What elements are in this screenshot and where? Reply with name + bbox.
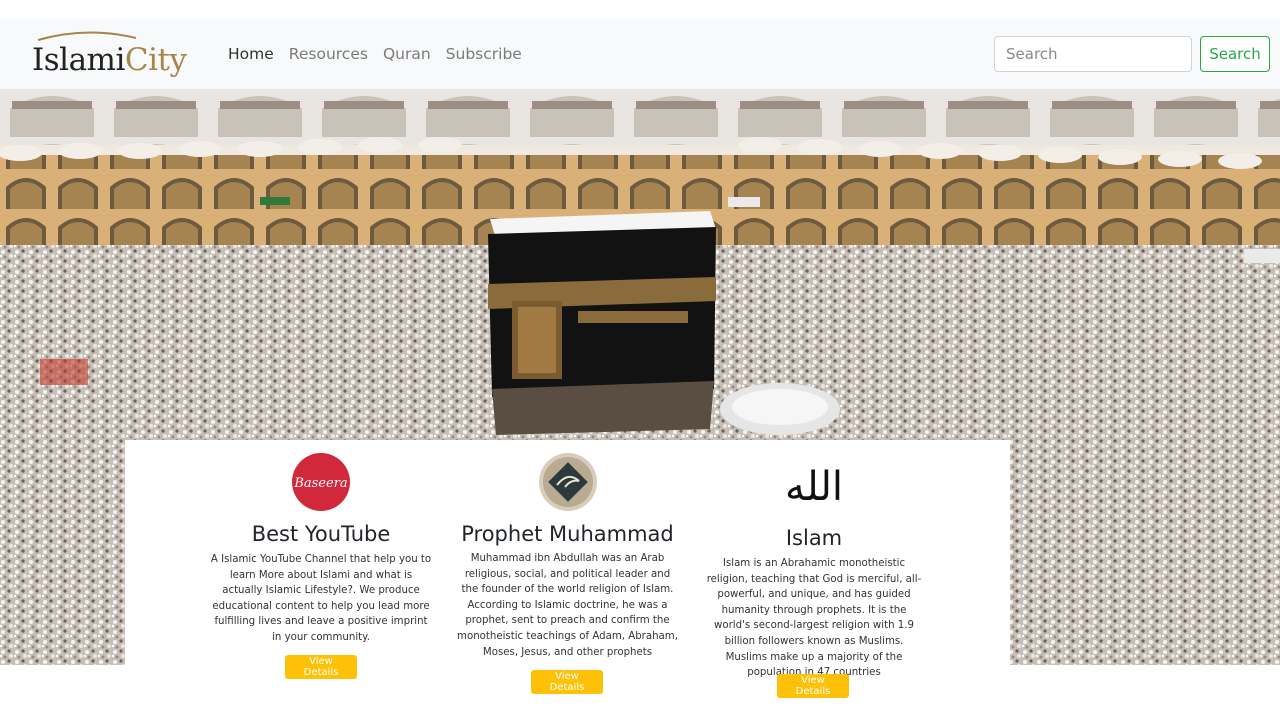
allah-calligraphy-icon: الله [785, 464, 843, 510]
nav-links: Home Resources Quran Subscribe [228, 18, 537, 89]
baseera-logo-text: Baseera [293, 476, 347, 491]
brand-name-part1: Islami [32, 42, 125, 78]
navbar: IslamiCity Home Resources Quran Subscrib… [0, 18, 1280, 89]
prophet-calligraphy-icon [539, 453, 597, 511]
baseera-logo-icon: Baseera [292, 453, 350, 511]
card-text: Islam is an Abrahamic monotheistic relig… [706, 558, 922, 679]
brand-arc-icon [37, 31, 137, 41]
search-input[interactable] [994, 36, 1192, 72]
allah-calligraphy-text: الله [785, 464, 843, 510]
view-details-button[interactable]: View Details [531, 670, 603, 694]
card-title: Best YouTube [251, 522, 391, 546]
nav-link-subscribe[interactable]: Subscribe [446, 45, 522, 63]
card-text: A Islamic YouTube Channel that help you … [210, 554, 432, 643]
nav-link-home[interactable]: Home [228, 45, 274, 63]
nav-link-resources[interactable]: Resources [289, 45, 368, 63]
brand-name: IslamiCity [32, 42, 187, 78]
view-details-button[interactable]: View Details [285, 655, 357, 679]
card-prophet-muhammad: Prophet Muhammad Muhammad ibn Abdullah w… [455, 522, 680, 660]
brand-logo[interactable]: IslamiCity [32, 28, 187, 78]
card-title: Islam [785, 526, 843, 550]
card-best-youtube: Best YouTube A Islamic YouTube Channel t… [210, 522, 432, 646]
nav-link-quran[interactable]: Quran [383, 45, 431, 63]
card-text: Muhammad ibn Abdullah was an Arab religi… [457, 553, 678, 658]
card-title: Prophet Muhammad [461, 522, 674, 546]
brand-name-part2: City [124, 42, 187, 78]
view-details-button[interactable]: View Details [777, 674, 849, 698]
search-button[interactable]: Search [1200, 36, 1270, 72]
card-islam: Islam Islam is an Abrahamic monotheistic… [703, 526, 925, 681]
